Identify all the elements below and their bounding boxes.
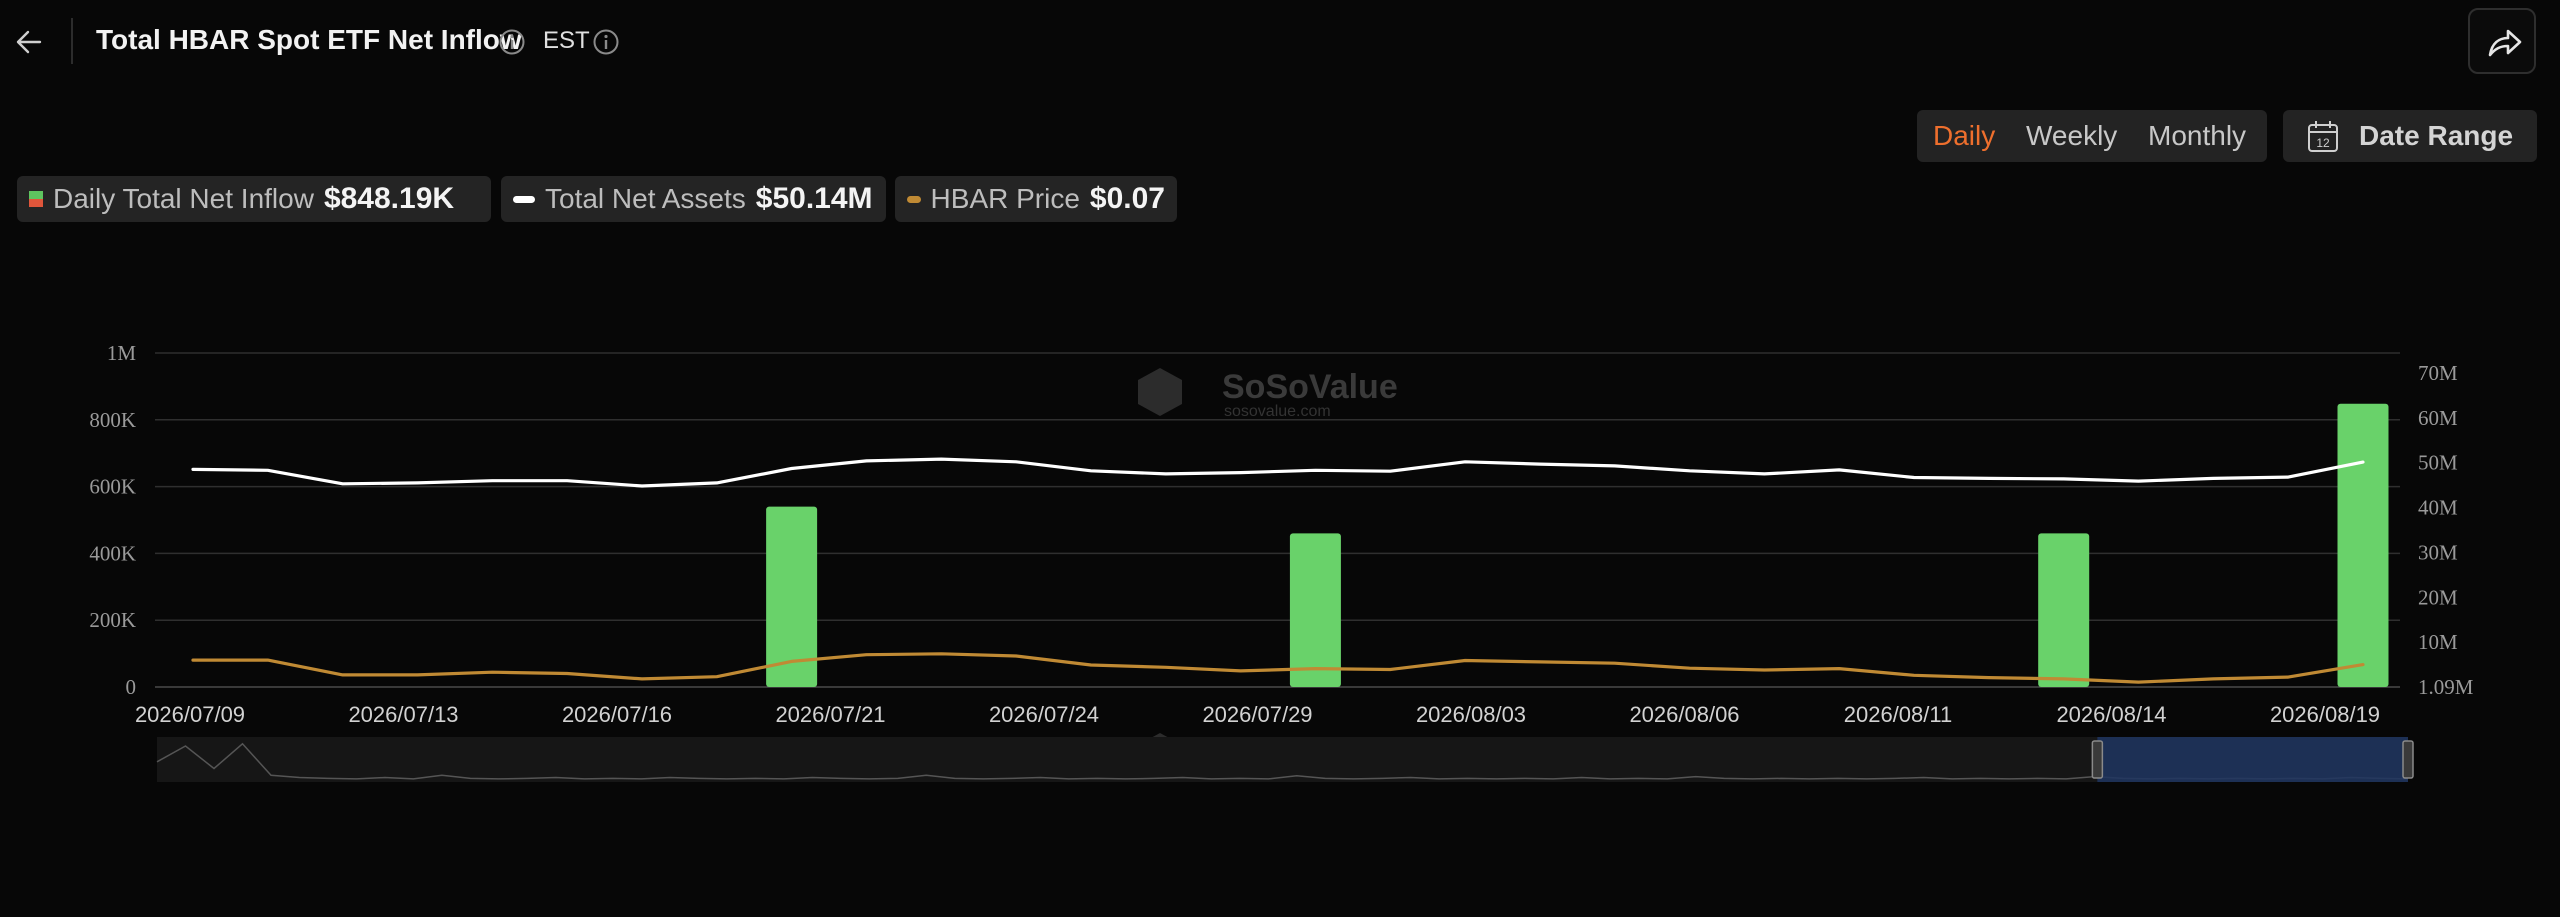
x-tick-label: 2026/08/03 [1416,702,1526,727]
watermark-domain: sosovalue.com [1224,403,1331,420]
left-axis-ticks: 0 200K 400K 600K 800K 1M [89,341,136,699]
range-brush[interactable] [156,737,2414,782]
x-tick-label: 2026/08/11 [1844,702,1952,727]
inflow-bar[interactable] [2038,533,2090,687]
x-tick-label: 2026/08/19 [2270,702,2380,727]
left-tick-label: 400K [89,541,136,565]
x-tick-label: 2026/07/09 [135,702,245,727]
left-tick-label: 800K [89,408,136,432]
hbar-price-line[interactable] [191,652,2365,684]
x-tick-label: 2026/07/21 [775,702,885,727]
left-tick-label: 1M [107,341,137,365]
x-axis-ticks: 2026/07/09 2026/07/13 2026/07/16 2026/07/21… [135,702,2380,727]
right-tick-label: 40M [2418,496,2458,520]
left-tick-label: 600K [89,475,136,499]
right-tick-label: 10M [2418,630,2458,654]
x-tick-label: 2026/07/24 [989,702,1099,727]
right-tick-label: 70M [2418,361,2458,385]
right-axis-ticks: 1.09M 10M 20M 30M 40M 50M 60M 70M [2418,361,2474,699]
x-tick-label: 2026/08/06 [1629,702,1739,727]
left-tick-label: 200K [89,608,136,632]
right-tick-label: 30M [2418,540,2458,564]
right-tick-label: 50M [2418,451,2458,475]
x-tick-label: 2026/07/29 [1202,702,1312,727]
brush-handle-right[interactable] [2402,740,2414,779]
brush-handle-left[interactable] [2091,740,2104,779]
series-lines [191,457,2365,684]
inflow-bar[interactable] [1289,533,1341,687]
inflow-bar[interactable] [2337,403,2389,687]
watermark-brand: SoSoValue [1222,368,1398,406]
right-tick-label: 60M [2418,406,2458,430]
brush-track [157,737,2408,782]
watermark-logo-icon [1138,368,1182,416]
x-tick-label: 2026/07/13 [348,702,458,727]
inflow-bars [766,403,2389,687]
net-assets-line[interactable] [191,457,2365,488]
x-tick-label: 2026/08/14 [2056,702,2166,727]
right-tick-label: 20M [2418,585,2458,609]
left-tick-label: 0 [126,675,137,699]
net-inflow-chart: SoSoValuesosovalue.comSoSoValuesosovalue… [89,341,2474,785]
x-tick-label: 2026/07/16 [562,702,672,727]
brush-selection[interactable] [2097,737,2408,782]
right-tick-label: 1.09M [2418,675,2474,699]
